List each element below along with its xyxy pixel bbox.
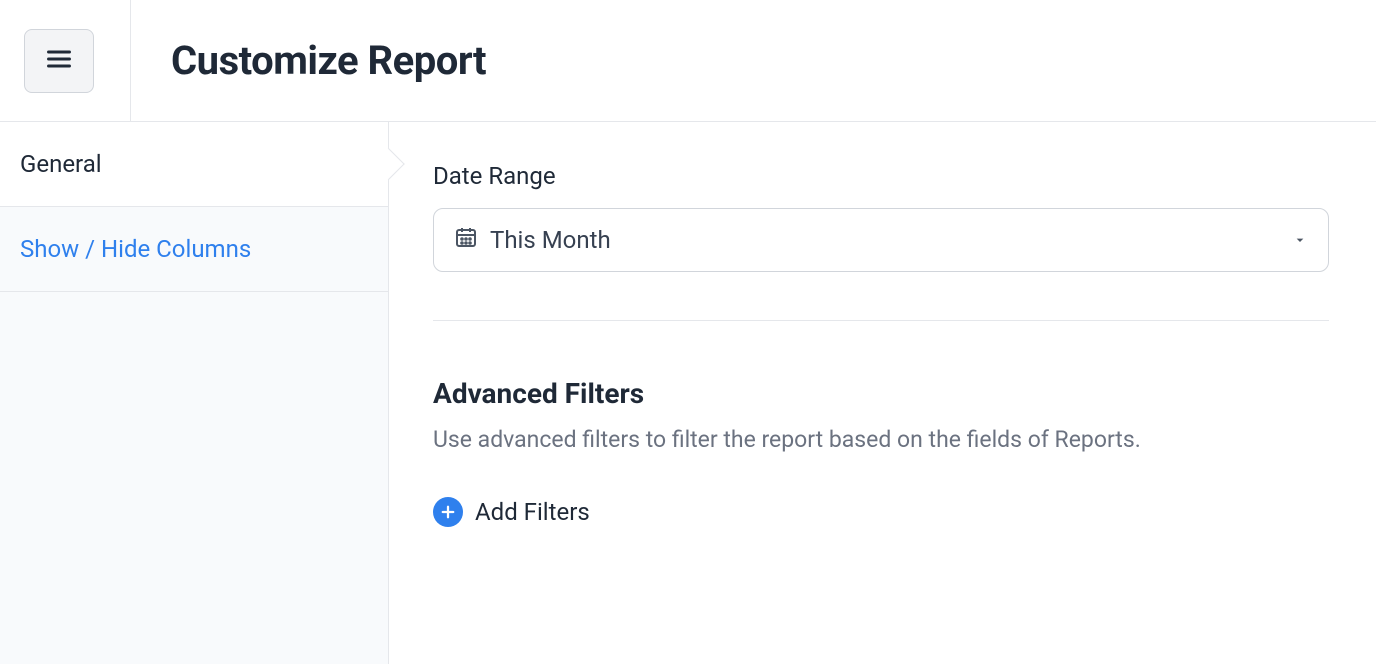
page-title: Customize Report xyxy=(171,37,486,84)
add-filters-label: Add Filters xyxy=(475,498,590,526)
date-range-label: Date Range xyxy=(433,162,1332,190)
sidebar: General Show / Hide Columns xyxy=(0,122,389,664)
chevron-down-icon xyxy=(1292,226,1308,254)
add-filters-button[interactable]: Add Filters xyxy=(433,497,590,527)
hamburger-icon xyxy=(45,45,73,76)
header: Customize Report xyxy=(0,0,1376,122)
sidebar-item-label: Show / Hide Columns xyxy=(20,235,251,263)
date-range-select[interactable]: This Month xyxy=(433,208,1329,272)
sidebar-item-general[interactable]: General xyxy=(0,122,388,207)
plus-circle-icon xyxy=(433,497,463,527)
advanced-filters-description: Use advanced filters to filter the repor… xyxy=(433,426,1329,453)
menu-button[interactable] xyxy=(24,29,94,93)
body: General Show / Hide Columns Date Range xyxy=(0,122,1376,664)
header-divider xyxy=(130,0,131,122)
advanced-filters-heading: Advanced Filters xyxy=(433,377,1332,410)
main-content: Date Range xyxy=(389,122,1376,664)
section-divider xyxy=(433,320,1329,321)
calendar-icon xyxy=(454,225,478,255)
sidebar-item-show-hide-columns[interactable]: Show / Hide Columns xyxy=(0,207,388,292)
date-range-value: This Month xyxy=(490,226,611,254)
sidebar-item-label: General xyxy=(20,150,102,178)
